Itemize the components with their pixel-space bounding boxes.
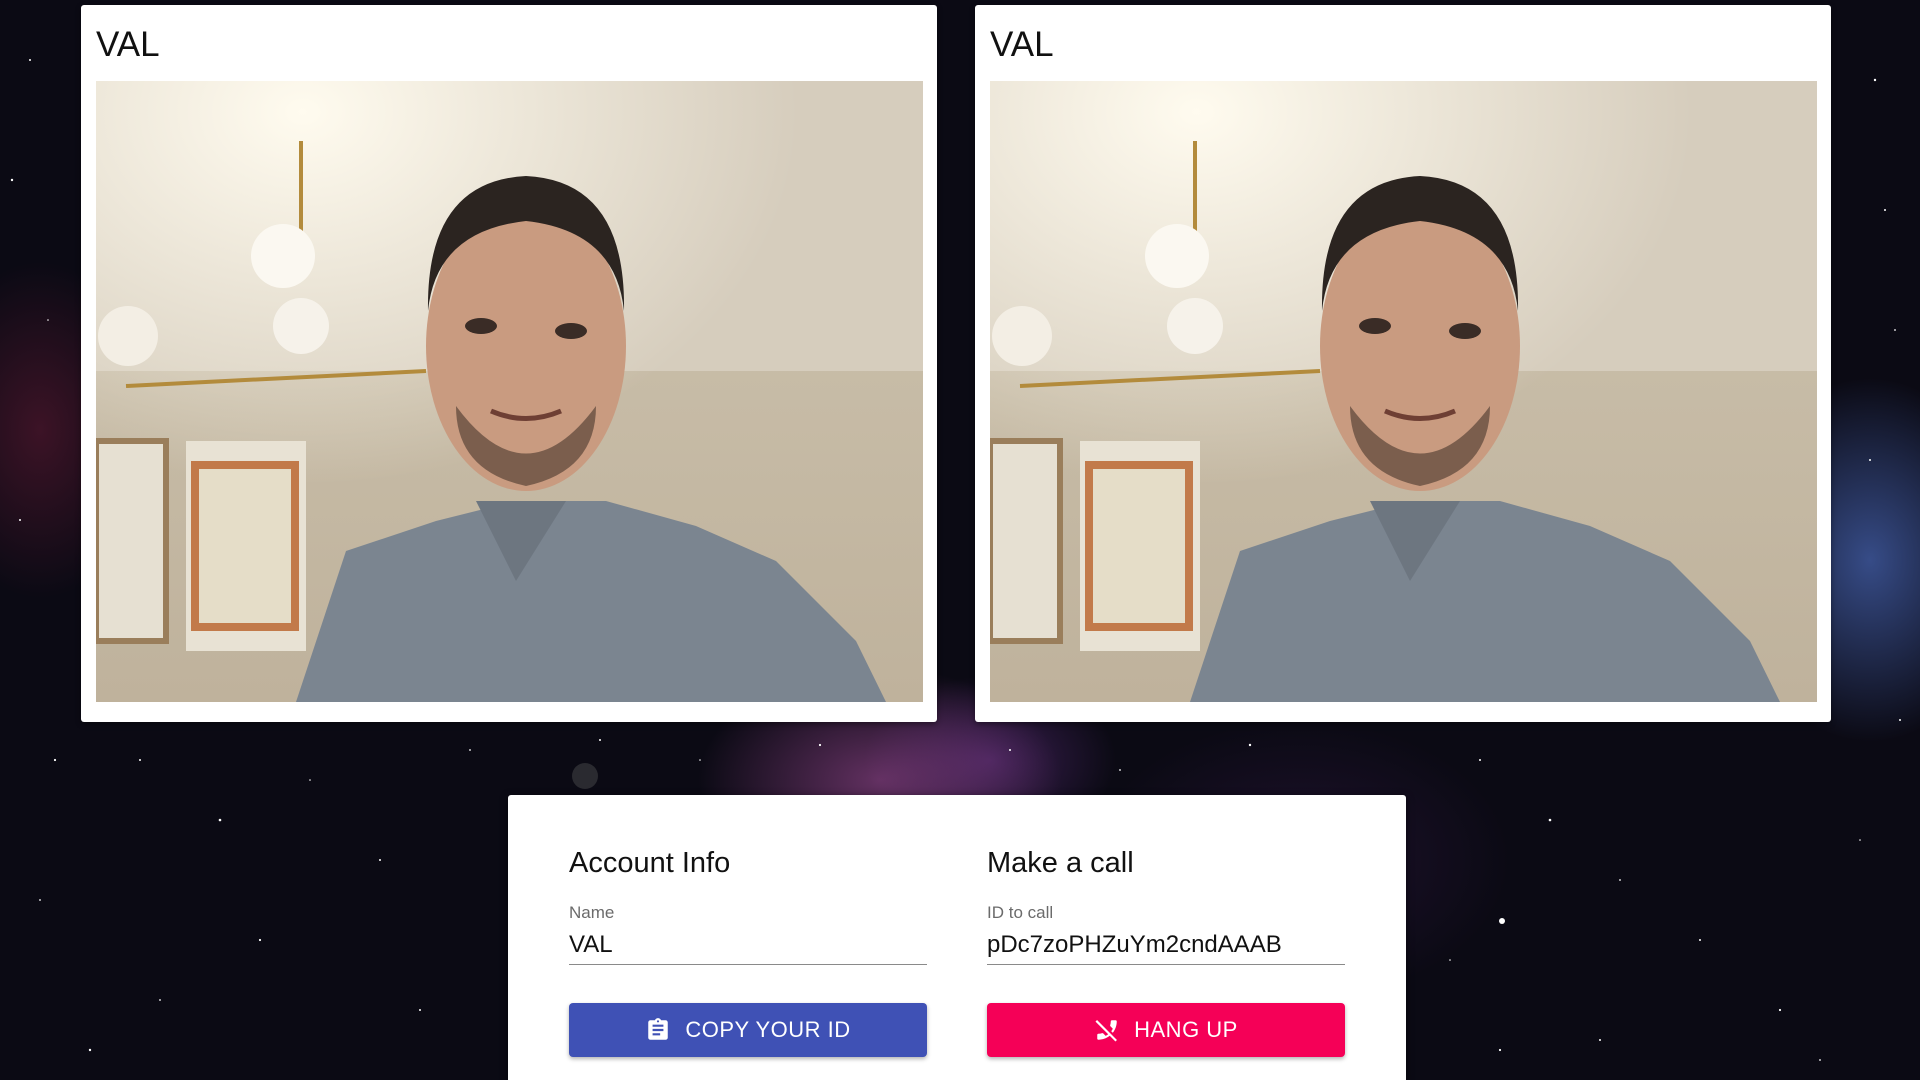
copy-id-button-label: COPY YOUR ID <box>685 1017 851 1042</box>
clipboard-icon <box>645 1017 671 1043</box>
make-call-heading: Make a call <box>987 847 1134 879</box>
hang-up-button[interactable]: HANG UP <box>987 1003 1345 1057</box>
local-video-card: VAL <box>81 5 937 722</box>
name-input[interactable] <box>569 925 927 965</box>
id-to-call-input[interactable] <box>987 925 1345 965</box>
remote-video-card: VAL <box>975 5 1831 722</box>
hang-up-button-label: HANG UP <box>1134 1017 1238 1042</box>
phone-disabled-icon <box>1094 1017 1120 1043</box>
call-controls-panel: Account Info Name COPY YOUR ID Make a ca… <box>508 795 1406 1080</box>
video-caller-name: VAL <box>96 25 160 64</box>
video-caller-name: VAL <box>990 25 1054 64</box>
local-video-feed <box>96 81 923 702</box>
remote-video-feed <box>990 81 1817 702</box>
id-to-call-label: ID to call <box>987 903 1054 922</box>
name-label: Name <box>569 903 615 922</box>
copy-id-button[interactable]: COPY YOUR ID <box>569 1003 927 1057</box>
account-info-heading: Account Info <box>569 847 731 879</box>
